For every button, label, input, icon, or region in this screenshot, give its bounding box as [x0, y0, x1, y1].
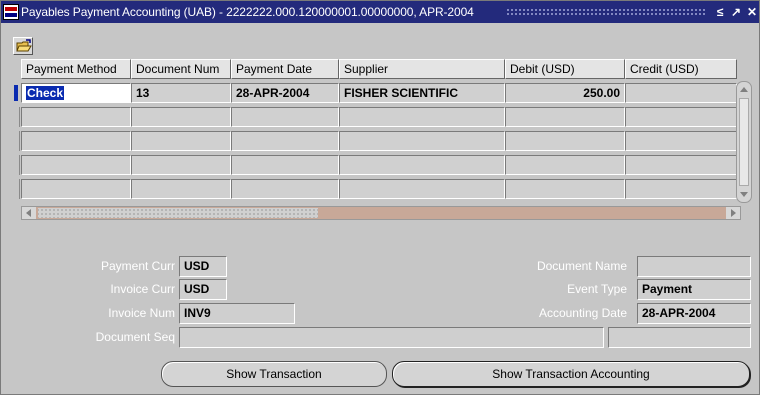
- scroll-up-icon[interactable]: [740, 87, 748, 92]
- column-header-payment-date[interactable]: Payment Date: [231, 59, 339, 79]
- payment-method-cell[interactable]: Check: [21, 83, 131, 103]
- debit-cell[interactable]: [505, 107, 625, 127]
- supplier-cell[interactable]: [339, 155, 505, 175]
- document-num-cell[interactable]: [131, 155, 231, 175]
- credit-cell[interactable]: [625, 83, 737, 103]
- event-type-label: Event Type: [567, 282, 627, 296]
- window-title: Payables Payment Accounting (UAB) - 2222…: [21, 5, 474, 19]
- payment-date-cell[interactable]: [231, 155, 339, 175]
- document-name-field[interactable]: [637, 256, 751, 277]
- row-indicator[interactable]: [12, 107, 20, 127]
- supplier-cell[interactable]: [339, 107, 505, 127]
- payment-method-cell[interactable]: [21, 179, 131, 199]
- debit-cell[interactable]: [505, 155, 625, 175]
- document-num-cell[interactable]: [131, 107, 231, 127]
- document-seq-extra-field[interactable]: [608, 327, 751, 348]
- payment-method-cell[interactable]: [21, 131, 131, 151]
- invoice-num-label: Invoice Num: [108, 306, 175, 320]
- credit-cell[interactable]: [625, 155, 737, 175]
- accounting-date-label: Accounting Date: [538, 306, 627, 320]
- column-header-supplier[interactable]: Supplier: [339, 59, 505, 79]
- payment-date-cell[interactable]: [231, 107, 339, 127]
- payment-method-cell[interactable]: [21, 107, 131, 127]
- invoice-num-field[interactable]: INV9: [179, 303, 295, 324]
- debit-cell[interactable]: [505, 131, 625, 151]
- column-header-credit[interactable]: Credit (USD): [625, 59, 737, 79]
- close-icon[interactable]: ✕: [745, 4, 759, 20]
- payment-curr-field[interactable]: USD: [179, 256, 227, 277]
- credit-cell[interactable]: [625, 179, 737, 199]
- column-header-document-num[interactable]: Document Num: [131, 59, 231, 79]
- credit-cell[interactable]: [625, 131, 737, 151]
- show-transaction-accounting-button[interactable]: Show Transaction Accounting: [392, 361, 750, 387]
- supplier-cell[interactable]: FISHER SCIENTIFIC: [339, 83, 505, 103]
- show-transaction-button[interactable]: Show Transaction: [161, 361, 387, 387]
- oracle-app-icon: [3, 4, 19, 20]
- row-indicator[interactable]: [12, 179, 20, 199]
- supplier-cell[interactable]: [339, 179, 505, 199]
- row-indicator-current[interactable]: [12, 83, 20, 103]
- document-seq-label: Document Seq: [95, 330, 175, 344]
- maximize-icon[interactable]: ↗: [729, 4, 743, 20]
- debit-cell[interactable]: 250.00: [505, 83, 625, 103]
- document-num-cell[interactable]: [131, 131, 231, 151]
- horizontal-scrollbar[interactable]: [21, 206, 741, 220]
- debit-cell[interactable]: [505, 179, 625, 199]
- title-bar[interactable]: Payables Payment Accounting (UAB) - 2222…: [1, 1, 759, 23]
- column-header-debit[interactable]: Debit (USD): [505, 59, 625, 79]
- column-header-payment-method[interactable]: Payment Method: [21, 59, 131, 79]
- scroll-down-icon[interactable]: [740, 192, 748, 197]
- document-seq-field[interactable]: [179, 327, 604, 348]
- horizontal-scroll-thumb[interactable]: [38, 208, 318, 218]
- supplier-cell[interactable]: [339, 131, 505, 151]
- event-type-field[interactable]: Payment: [637, 279, 751, 300]
- scroll-right-icon[interactable]: [726, 207, 740, 219]
- payables-payment-accounting-window: Payables Payment Accounting (UAB) - 2222…: [0, 0, 760, 395]
- payment-date-cell[interactable]: [231, 131, 339, 151]
- document-num-cell[interactable]: [131, 179, 231, 199]
- accounting-date-field[interactable]: 28-APR-2004: [637, 303, 751, 324]
- credit-cell[interactable]: [625, 107, 737, 127]
- payment-date-cell[interactable]: [231, 179, 339, 199]
- open-folder-button[interactable]: [13, 37, 33, 55]
- invoice-curr-field[interactable]: USD: [179, 279, 227, 300]
- payment-curr-label: Payment Curr: [100, 259, 175, 273]
- invoice-curr-label: Invoice Curr: [110, 282, 175, 296]
- row-indicator[interactable]: [12, 155, 20, 175]
- payment-method-cell[interactable]: [21, 155, 131, 175]
- payment-date-cell[interactable]: 28-APR-2004: [231, 83, 339, 103]
- document-name-label: Document Name: [536, 259, 627, 273]
- row-indicator[interactable]: [12, 131, 20, 151]
- title-drag-grip[interactable]: [506, 8, 706, 16]
- minimize-icon[interactable]: ≤: [713, 4, 727, 20]
- open-folder-icon: [16, 39, 32, 52]
- document-num-cell[interactable]: 13: [131, 83, 231, 103]
- vertical-scrollbar[interactable]: [736, 81, 752, 203]
- vertical-scroll-thumb[interactable]: [739, 98, 749, 186]
- scroll-left-icon[interactable]: [22, 207, 36, 219]
